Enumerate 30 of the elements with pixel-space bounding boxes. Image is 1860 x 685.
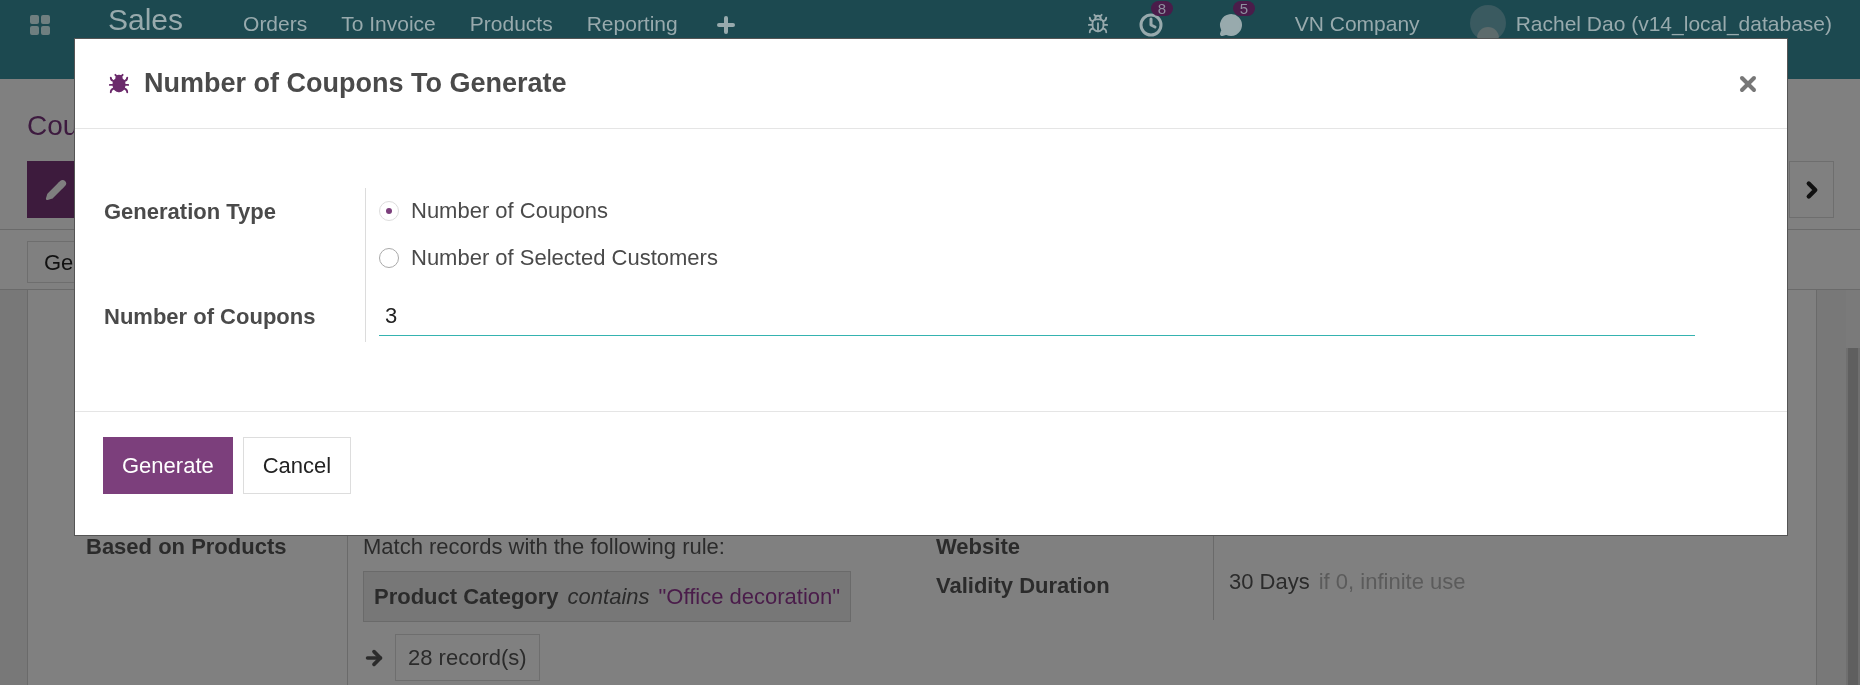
dialog-title: Number of Coupons To Generate [144,67,567,101]
menu-item[interactable]: Products [469,13,553,34]
debug-icon[interactable] [1086,13,1109,35]
menu-item[interactable]: Reporting [586,13,678,34]
radio-option[interactable]: Number of Coupons [379,194,1695,227]
field-label: Number of Coupons [104,303,317,331]
generate-button[interactable]: Generate [103,437,233,494]
user-avatar[interactable] [1469,5,1506,41]
activity-icon[interactable] [1138,13,1163,37]
field-value: 30 Days [1229,569,1310,594]
field-label: Validity Duration [936,572,1111,600]
field-label: Based on Products [86,534,287,559]
menu-item[interactable]: Orders [243,13,308,34]
coupon-count-field[interactable]: 3 [379,296,1695,336]
activity-count-badge: 8 [1150,1,1174,16]
radio-option[interactable]: Number of Selected Customers [379,241,1695,274]
user-name[interactable]: Rachel Dao (v14_local_database) [1515,13,1832,34]
next-record-button[interactable] [1789,161,1834,218]
records-button[interactable]: 28 record(s) [395,634,540,681]
message-count-badge: 5 [1232,1,1256,16]
field-label: Website [936,533,1021,561]
menu-item[interactable]: To Invoice [341,13,436,34]
cancel-button[interactable]: Cancel [242,437,352,494]
company-name[interactable]: VN Company [1294,13,1420,34]
field-label: Generation Type [104,198,277,226]
messages-icon[interactable] [1218,13,1243,37]
rule-intro-text: Match records with the following rule: [363,533,726,561]
app-name[interactable]: Sales [108,5,184,35]
pencil-icon [44,178,67,201]
debug-icon [108,72,130,95]
